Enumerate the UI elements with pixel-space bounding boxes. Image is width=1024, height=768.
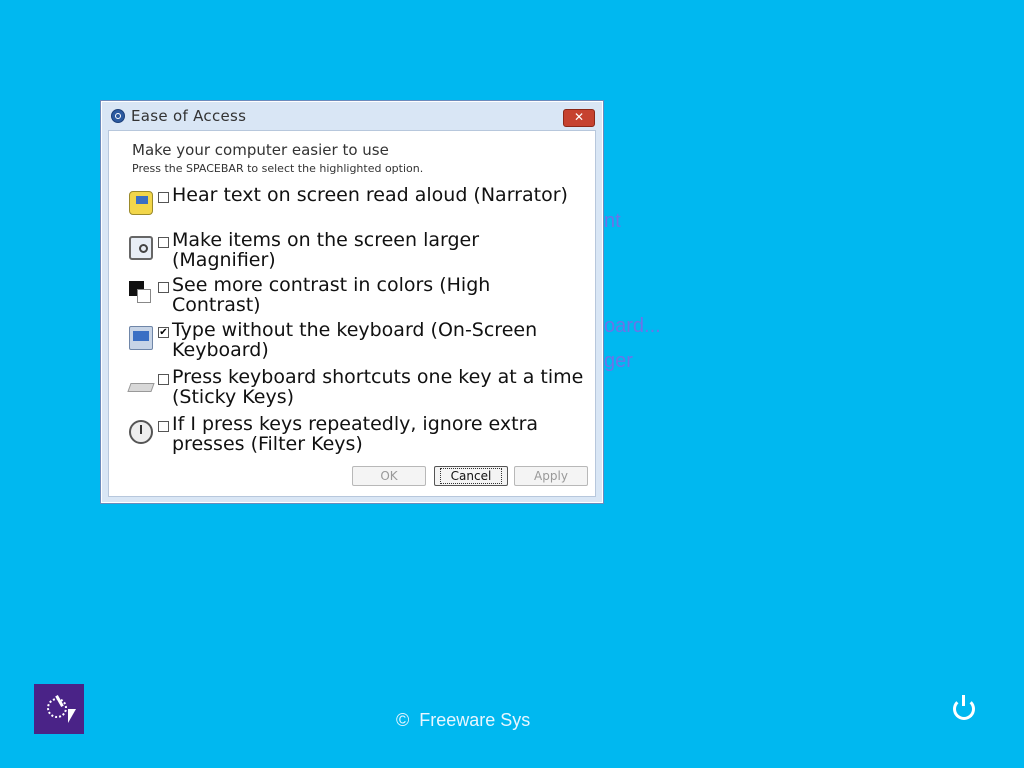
high-contrast-checkbox[interactable] <box>158 282 169 293</box>
narrator-checkbox[interactable] <box>158 192 169 203</box>
mouse-cursor-icon <box>68 709 76 723</box>
close-button[interactable]: ✕ <box>563 109 595 127</box>
dialog-titlebar[interactable]: Ease of Access ✕ <box>101 101 603 130</box>
option-magnifier[interactable]: Make items on the screen larger (Magnifi… <box>129 230 584 270</box>
narrator-icon <box>129 191 153 215</box>
ok-button[interactable]: OK <box>352 466 426 486</box>
cancel-label: Cancel <box>439 468 503 484</box>
sticky-keys-icon <box>129 373 153 397</box>
option-on-screen-keyboard[interactable]: ✔ Type without the keyboard (On-Screen K… <box>129 320 584 360</box>
ease-of-access-icon <box>111 108 125 123</box>
dialog-heading: Make your computer easier to use <box>132 141 389 159</box>
filter-keys-icon <box>129 420 153 444</box>
option-label: See more contrast in colors (High Contra… <box>172 274 491 316</box>
dialog-subheading: Press the SPACEBAR to select the highlig… <box>132 162 424 175</box>
filter-keys-checkbox[interactable] <box>158 421 169 432</box>
dialog-title: Ease of Access <box>131 106 247 125</box>
option-sticky-keys[interactable]: Press keyboard shortcuts one key at a ti… <box>129 367 584 407</box>
option-narrator[interactable]: Hear text on screen read aloud (Narrator… <box>129 185 584 215</box>
magnifier-checkbox[interactable] <box>158 237 169 248</box>
magnifier-icon <box>129 236 153 260</box>
power-button[interactable] <box>953 695 975 720</box>
option-label: Make items on the screen larger (Magnifi… <box>172 229 480 271</box>
brand-footer: © Freeware Sys <box>396 710 530 731</box>
option-label: Type without the keyboard (On-Screen Key… <box>172 319 538 361</box>
option-label: Press keyboard shortcuts one key at a ti… <box>172 366 584 408</box>
option-high-contrast[interactable]: See more contrast in colors (High Contra… <box>129 275 584 315</box>
on-screen-keyboard-checkbox[interactable]: ✔ <box>158 327 169 338</box>
sticky-keys-checkbox[interactable] <box>158 374 169 385</box>
cancel-button[interactable]: Cancel <box>434 466 508 486</box>
copyright-icon: © <box>396 710 410 730</box>
option-label: If I press keys repeatedly, ignore extra… <box>172 413 539 455</box>
option-label: Hear text on screen read aloud (Narrator… <box>172 184 568 206</box>
apply-button[interactable]: Apply <box>514 466 588 486</box>
ease-of-access-dialog: Ease of Access ✕ Make your computer easi… <box>100 100 604 504</box>
background-text: nt <box>604 210 621 232</box>
background-text: oard... <box>604 315 661 337</box>
background-text: ger <box>604 350 633 372</box>
ease-of-access-button[interactable] <box>34 684 84 734</box>
on-screen-keyboard-icon <box>129 326 153 350</box>
brand-name: Freeware Sys <box>419 710 531 730</box>
dialog-content: Make your computer easier to use Press t… <box>108 130 596 497</box>
high-contrast-icon <box>129 281 153 305</box>
option-filter-keys[interactable]: If I press keys repeatedly, ignore extra… <box>129 414 584 454</box>
